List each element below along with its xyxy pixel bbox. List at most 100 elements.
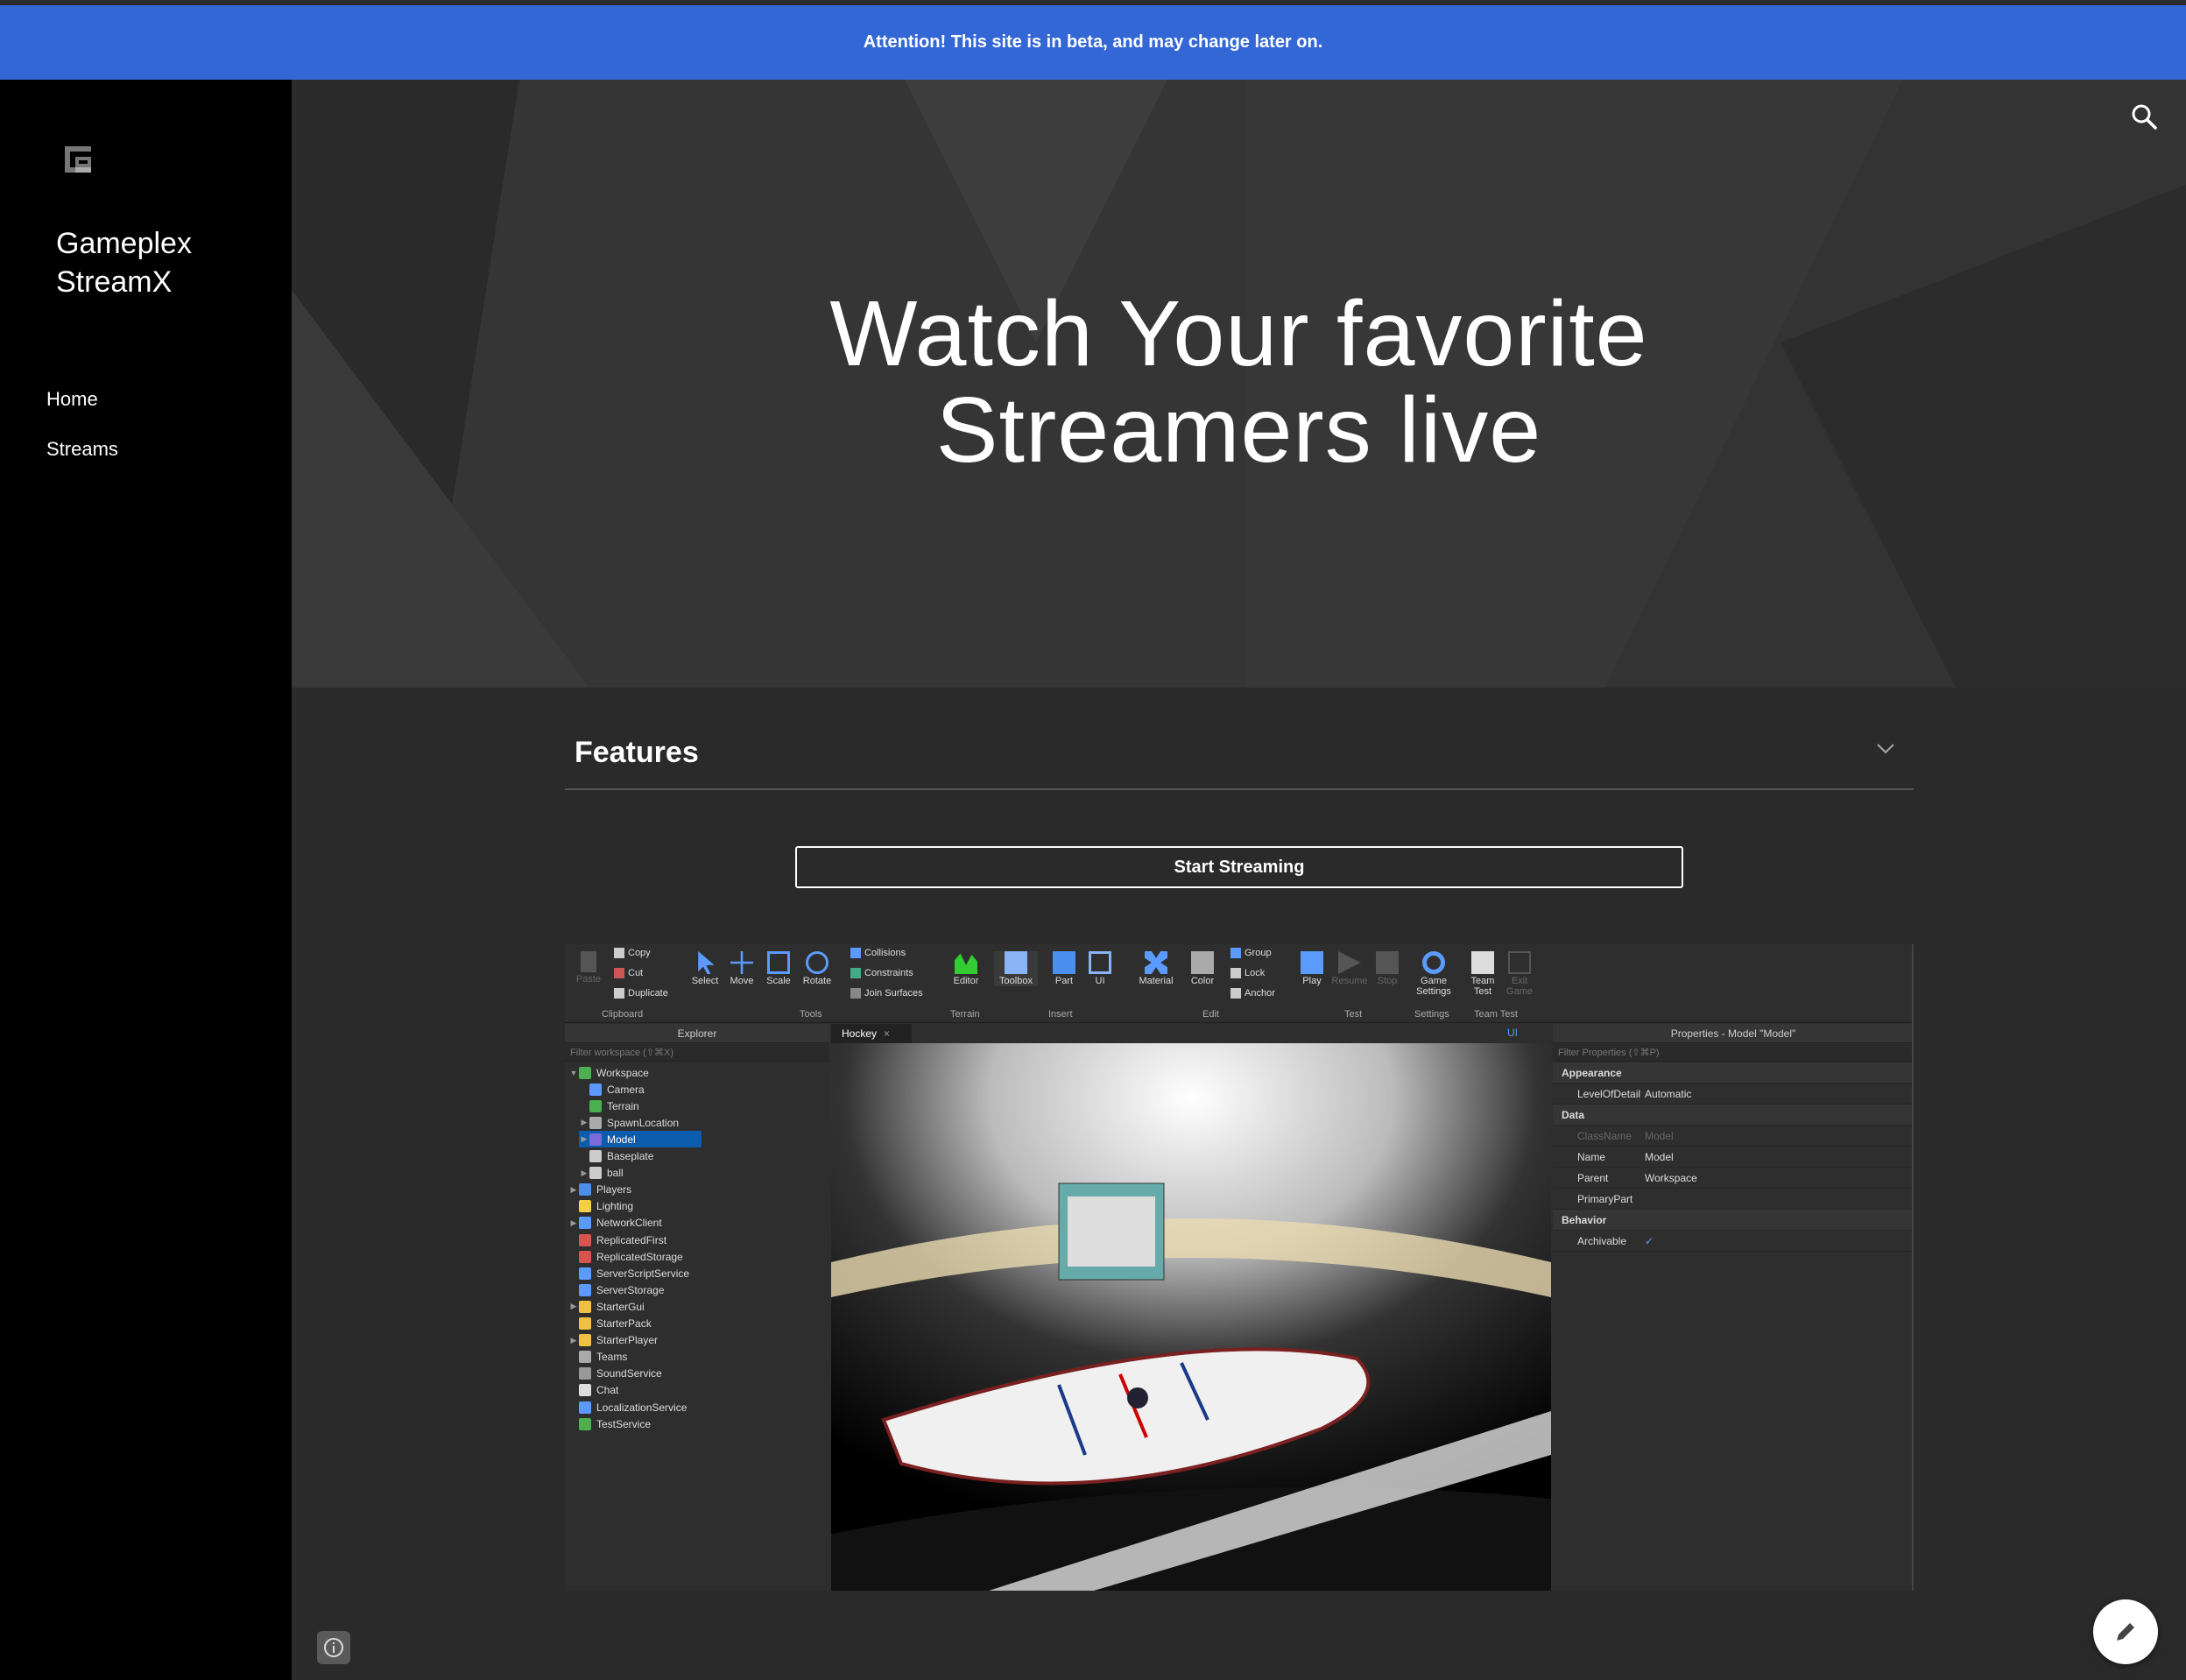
explorer-filter-input[interactable]: Filter workspace (⇧⌘X) xyxy=(565,1044,829,1062)
info-icon[interactable] xyxy=(317,1631,350,1664)
move-tool[interactable]: Move xyxy=(726,951,758,986)
play-label: Play xyxy=(1302,976,1322,986)
explorer-item[interactable]: ReplicatedFirst xyxy=(568,1232,666,1248)
collisions-toggle[interactable]: Collisions xyxy=(850,948,906,958)
color-button[interactable]: Color xyxy=(1187,951,1218,986)
explorer-item[interactable]: Terrain xyxy=(579,1098,639,1114)
tab-hockey[interactable]: Hockey × xyxy=(831,1024,912,1043)
category-behavior[interactable]: Behavior xyxy=(1553,1210,1912,1231)
explorer-item[interactable]: Lighting xyxy=(568,1198,633,1215)
category-appearance[interactable]: Appearance xyxy=(1553,1062,1912,1084)
explorer-item[interactable]: Chat xyxy=(568,1382,618,1399)
site-logo[interactable] xyxy=(63,145,93,174)
service-icon xyxy=(579,1283,591,1296)
behavior-label: Behavior xyxy=(1562,1213,1607,1226)
join-surfaces-toggle[interactable]: Join Surfaces xyxy=(850,988,923,999)
service-icon xyxy=(579,1317,591,1330)
explorer-item[interactable]: ▶ StarterPlayer xyxy=(568,1332,658,1349)
stop-button[interactable]: Stop xyxy=(1374,951,1400,986)
explorer-item[interactable]: SoundService xyxy=(568,1366,662,1382)
explorer-item-label: Players xyxy=(596,1183,632,1196)
collapse-arrow-icon[interactable]: ▶ xyxy=(568,1218,579,1228)
material-button[interactable]: Material xyxy=(1134,951,1178,986)
explorer-item[interactable]: ▶ ball xyxy=(579,1165,624,1182)
prop-primarypart[interactable]: PrimaryPart xyxy=(1553,1189,1912,1210)
anchor-button[interactable]: Anchor xyxy=(1231,988,1275,999)
explorer-item[interactable]: Baseplate xyxy=(579,1148,653,1165)
exit-game-button[interactable]: Exit Game xyxy=(1504,951,1535,997)
prop-name[interactable]: Name Model xyxy=(1553,1147,1912,1168)
explorer-item[interactable]: Camera xyxy=(579,1081,645,1098)
explorer-item[interactable]: ▶ Model xyxy=(579,1131,702,1148)
search-icon[interactable] xyxy=(2128,101,2160,132)
close-icon[interactable]: × xyxy=(884,1027,890,1040)
explorer-item[interactable]: ▶ NetworkClient xyxy=(568,1215,662,1232)
features-heading[interactable]: Features xyxy=(575,736,699,770)
explorer-item[interactable]: ServerStorage xyxy=(568,1281,664,1298)
site-title[interactable]: Gameplex StreamX xyxy=(56,224,192,301)
cursor-icon xyxy=(698,951,715,974)
category-data[interactable]: Data xyxy=(1553,1105,1912,1126)
scale-tool[interactable]: Scale xyxy=(763,951,794,986)
collapse-arrow-icon[interactable]: ▶ xyxy=(568,1302,579,1311)
prop-levelofdetail[interactable]: LevelOfDetail Automatic xyxy=(1553,1084,1912,1105)
explorer-item[interactable]: ReplicatedStorage xyxy=(568,1248,683,1265)
collapse-arrow-icon[interactable]: ▶ xyxy=(579,1168,589,1178)
explorer-item[interactable]: TestService xyxy=(568,1415,651,1432)
duplicate-button[interactable]: Duplicate xyxy=(614,988,668,999)
rotate-tool[interactable]: Rotate xyxy=(800,951,835,986)
properties-panel: Properties - Model "Model" Filter Proper… xyxy=(1553,1024,1912,1591)
explorer-item[interactable]: ▶ SpawnLocation xyxy=(579,1114,679,1131)
explorer-item-label: StarterGui xyxy=(596,1300,645,1313)
nav-streams[interactable]: Streams xyxy=(46,438,118,461)
nav-home[interactable]: Home xyxy=(46,388,98,411)
ui-toggle[interactable]: UI xyxy=(1507,1027,1518,1039)
game-settings-button[interactable]: Game Settings xyxy=(1413,951,1455,997)
explorer-item[interactable]: Teams xyxy=(568,1349,627,1366)
play-button[interactable]: Play xyxy=(1299,951,1325,986)
collapse-arrow-icon[interactable]: ▶ xyxy=(579,1118,589,1127)
select-tool[interactable]: Select xyxy=(689,951,721,986)
service-icon xyxy=(579,1183,591,1196)
explorer-item[interactable]: ServerScriptService xyxy=(568,1265,689,1281)
collapse-arrow-icon[interactable]: ▶ xyxy=(568,1336,579,1345)
explorer-item[interactable]: LocalizationService xyxy=(568,1399,687,1415)
explorer-item[interactable]: ▶ StarterGui xyxy=(568,1298,645,1315)
archivable-checkbox[interactable]: ✓ xyxy=(1645,1235,1654,1247)
edit-button[interactable] xyxy=(2093,1599,2158,1664)
explorer-item[interactable]: StarterPack xyxy=(568,1316,652,1332)
studio-ribbon: Paste Copy Cut Duplicate Clipboard Selec… xyxy=(565,944,1912,1023)
part-button[interactable]: Part xyxy=(1048,951,1080,986)
cut-button[interactable]: Cut xyxy=(614,968,643,978)
lock-icon xyxy=(1231,968,1241,978)
start-streaming-button[interactable]: Start Streaming xyxy=(795,846,1683,888)
properties-filter-input[interactable]: Filter Properties (⇧⌘P) xyxy=(1553,1044,1912,1062)
copy-icon xyxy=(614,948,624,958)
collapse-arrow-icon[interactable]: ▶ xyxy=(579,1134,589,1144)
team-test-label: Team Test xyxy=(1470,976,1495,997)
prop-parent[interactable]: Parent Workspace xyxy=(1553,1168,1912,1189)
collapse-arrow-icon[interactable]: ▶ xyxy=(568,1185,579,1195)
prop-value: Automatic xyxy=(1645,1087,1692,1100)
chevron-down-icon[interactable] xyxy=(1872,736,1899,762)
service-icon xyxy=(579,1334,591,1347)
paste-button[interactable]: Paste xyxy=(574,951,603,985)
toolbox-button[interactable]: Toolbox xyxy=(994,951,1038,986)
group-button[interactable]: Group xyxy=(1231,948,1272,958)
team-test-button[interactable]: Team Test xyxy=(1465,951,1500,997)
prop-archivable[interactable]: Archivable ✓ xyxy=(1553,1231,1912,1252)
terrain-editor-button[interactable]: Editor xyxy=(948,951,984,986)
explorer-item[interactable]: ▶ Players xyxy=(568,1182,631,1198)
beta-banner-text: Attention! This site is in beta, and may… xyxy=(863,32,1323,52)
copy-button[interactable]: Copy xyxy=(614,948,651,958)
constraints-toggle[interactable]: Constraints xyxy=(850,968,913,978)
prop-key: Parent xyxy=(1577,1171,1609,1184)
lock-button[interactable]: Lock xyxy=(1231,968,1265,978)
resume-button[interactable]: Resume xyxy=(1330,951,1369,986)
expand-arrow-icon[interactable]: ▼ xyxy=(568,1069,579,1077)
explorer-item[interactable]: ▼ Workspace xyxy=(568,1064,649,1081)
explorer-item-label: Baseplate xyxy=(607,1150,654,1162)
game-viewport[interactable]: Hockey × UI xyxy=(831,1024,1551,1591)
ui-button[interactable]: UI xyxy=(1087,951,1113,986)
service-icon xyxy=(579,1200,591,1213)
